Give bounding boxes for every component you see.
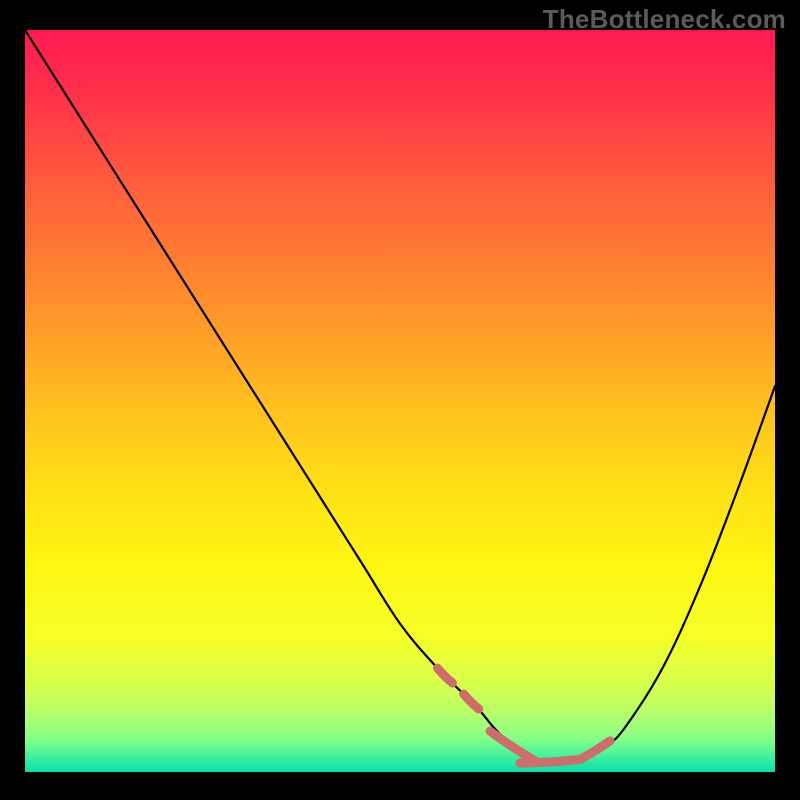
app-frame: TheBottleneck.com — [0, 0, 800, 800]
chart-area — [25, 30, 775, 772]
chart-curve-layer — [25, 30, 775, 772]
bottleneck-curve — [25, 30, 775, 765]
bottleneck-highlight-segments — [438, 668, 611, 763]
watermark-text: TheBottleneck.com — [543, 4, 786, 35]
